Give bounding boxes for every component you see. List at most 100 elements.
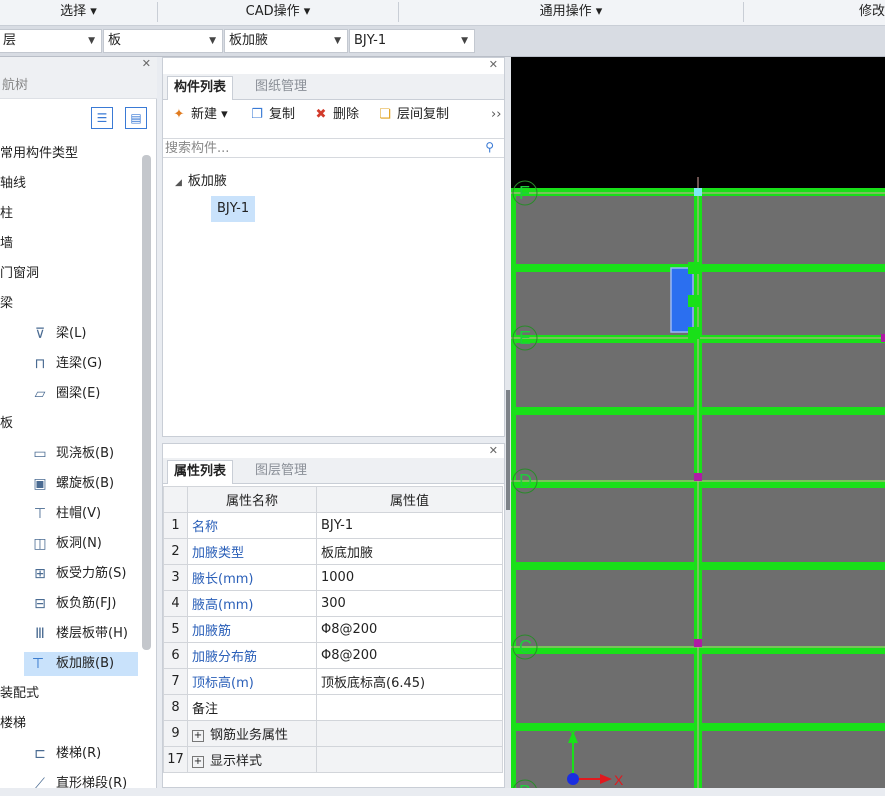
intersection-mark bbox=[694, 473, 702, 481]
splitter-handle[interactable] bbox=[506, 390, 510, 510]
component-panel-tabs: 构件列表 图纸管理 bbox=[163, 74, 504, 100]
property-index: 3 bbox=[163, 564, 188, 591]
property-value[interactable]: Φ8@200 bbox=[316, 642, 503, 669]
property-row[interactable]: 2 加腋类型 板底加腋 bbox=[163, 538, 503, 565]
nav-item[interactable]: 轴线 bbox=[0, 172, 140, 196]
tab-property-list[interactable]: 属性列表 bbox=[167, 460, 234, 484]
property-row[interactable]: 5 加腋筋 Φ8@200 bbox=[163, 616, 503, 643]
list-view-icon[interactable]: ☰ bbox=[91, 107, 113, 129]
property-name: 加腋类型 bbox=[187, 538, 317, 565]
drawing-canvas[interactable]: F E D C B Y X bbox=[511, 57, 885, 788]
floor-copy-button-label: 层间复制 bbox=[397, 107, 450, 122]
nav-item[interactable]: ⊏ 楼梯(R) bbox=[0, 742, 140, 766]
property-name-label: 腋高(mm) bbox=[192, 598, 254, 613]
nav-item[interactable]: 柱 bbox=[0, 202, 140, 226]
tab-component-list[interactable]: 构件列表 bbox=[167, 76, 234, 100]
delete-button[interactable]: ✖ 删除 bbox=[313, 100, 359, 130]
cad-operations-menu[interactable]: CAD操作 ▾ bbox=[158, 0, 398, 25]
property-list-panel: ✕ 属性列表 图层管理 属性名称 属性值 1 名称 BJY-1 2 加腋类型 板底加腋 3 腋… bbox=[162, 443, 505, 788]
nav-item[interactable]: ⊞ 板受力筋(S) bbox=[0, 562, 140, 586]
nav-item[interactable]: ▣ 螺旋板(B) bbox=[0, 472, 140, 496]
close-icon[interactable]: ✕ bbox=[142, 57, 151, 70]
close-icon[interactable]: ✕ bbox=[489, 444, 498, 457]
nav-item[interactable]: 楼梯 bbox=[0, 712, 140, 736]
modify-menu[interactable]: 修改 bbox=[744, 0, 885, 25]
floor-select[interactable]: 层 ▼ bbox=[0, 29, 102, 53]
property-value[interactable]: BJY-1 bbox=[316, 512, 503, 539]
select-menu[interactable]: 选择 ▾ bbox=[0, 0, 157, 25]
slab-strip-icon: Ⅲ bbox=[35, 626, 45, 642]
stair-icon: ⊏ bbox=[34, 746, 46, 762]
property-value[interactable]: 300 bbox=[316, 590, 503, 617]
nav-item[interactable]: ⊓ 连梁(G) bbox=[0, 352, 140, 376]
component-search-input[interactable] bbox=[163, 139, 463, 157]
nav-item[interactable]: 梁 bbox=[0, 292, 140, 316]
nav-scrollbar[interactable] bbox=[142, 155, 151, 650]
tree-node-parent[interactable]: ◢ 板加腋 bbox=[175, 170, 227, 189]
property-value[interactable] bbox=[316, 720, 503, 747]
nav-item-label: 连梁(G) bbox=[56, 356, 103, 371]
toolbar-more-button[interactable]: ›› bbox=[491, 100, 501, 130]
category-select[interactable]: 板 ▼ bbox=[103, 29, 223, 53]
property-name: 加腋分布筋 bbox=[187, 642, 317, 669]
expand-icon[interactable]: + bbox=[192, 729, 204, 742]
axis-label: B bbox=[519, 782, 531, 788]
delete-icon: ✖ bbox=[315, 107, 327, 122]
chevron-down-icon: ▼ bbox=[88, 36, 95, 46]
new-button-label: 新建 ▾ bbox=[191, 107, 228, 122]
component-select[interactable]: BJY-1 ▼ bbox=[349, 29, 475, 53]
property-row[interactable]: 1 名称 BJY-1 bbox=[163, 512, 503, 539]
property-row[interactable]: 9 + 钢筋业务属性 bbox=[163, 720, 503, 747]
property-value[interactable]: 板底加腋 bbox=[316, 538, 503, 565]
property-row[interactable]: 3 腋长(mm) 1000 bbox=[163, 564, 503, 591]
nav-item[interactable]: 门窗洞 bbox=[0, 262, 140, 286]
nav-item[interactable]: ▭ 现浇板(B) bbox=[0, 442, 140, 466]
nav-item[interactable]: 墙 bbox=[0, 232, 140, 256]
tab-layer-management[interactable]: 图层管理 bbox=[249, 460, 313, 484]
nav-item-label: 螺旋板(B) bbox=[56, 476, 115, 491]
category-select-value: 板 bbox=[108, 33, 122, 48]
property-row[interactable]: 4 腋高(mm) 300 bbox=[163, 590, 503, 617]
nav-item[interactable]: ◫ 板洞(N) bbox=[0, 532, 140, 556]
property-value[interactable] bbox=[316, 694, 503, 721]
cad-drawing[interactable]: F E D C B Y X bbox=[511, 57, 885, 788]
property-value[interactable] bbox=[316, 746, 503, 773]
tree-node-bjy-1[interactable]: BJY-1 bbox=[211, 196, 256, 222]
grid-view-icon[interactable]: ▤ bbox=[125, 107, 147, 129]
property-name-label: 名称 bbox=[192, 520, 219, 535]
property-name-label: 加腋分布筋 bbox=[192, 650, 258, 665]
nav-item[interactable]: ⊟ 板负筋(FJ) bbox=[0, 592, 140, 616]
nav-item[interactable]: 常用构件类型 bbox=[0, 142, 140, 166]
floor-select-value: 层 bbox=[3, 33, 17, 48]
expand-icon[interactable]: + bbox=[192, 755, 204, 768]
nav-item[interactable]: 板 bbox=[0, 412, 140, 436]
nav-item[interactable]: ▱ 圈梁(E) bbox=[0, 382, 140, 406]
property-row[interactable]: 8 备注 bbox=[163, 694, 503, 721]
general-operations-menu[interactable]: 通用操作 ▾ bbox=[399, 0, 743, 25]
close-icon[interactable]: ✕ bbox=[489, 58, 498, 71]
property-index: 4 bbox=[163, 590, 188, 617]
property-value[interactable]: 1000 bbox=[316, 564, 503, 591]
property-row[interactable]: 7 顶标高(m) 顶板底标高(6.45) bbox=[163, 668, 503, 695]
property-row[interactable]: 17 + 显示样式 bbox=[163, 746, 503, 773]
type-select[interactable]: 板加腋 ▼ bbox=[224, 29, 348, 53]
nav-item[interactable]: ⊤ 柱帽(V) bbox=[0, 502, 140, 526]
nav-item[interactable]: ⊽ 梁(L) bbox=[0, 322, 140, 346]
new-button[interactable]: ✦ 新建 ▾ bbox=[171, 100, 228, 130]
property-name: + 显示样式 bbox=[187, 746, 317, 773]
nav-item[interactable]: ⟋ 直形梯段(R) bbox=[0, 772, 140, 796]
property-value[interactable]: Φ8@200 bbox=[316, 616, 503, 643]
property-name-label: 钢筋业务属性 bbox=[210, 728, 289, 743]
slab-hole-icon: ◫ bbox=[33, 536, 47, 552]
copy-button[interactable]: ❐ 复制 bbox=[249, 100, 295, 130]
property-value[interactable]: 顶板底标高(6.45) bbox=[316, 668, 503, 695]
nav-item[interactable]: 装配式 bbox=[0, 682, 140, 706]
nav-item-label: 楼梯 bbox=[0, 716, 27, 731]
collapse-icon[interactable]: ◢ bbox=[175, 178, 182, 188]
tab-drawing-management[interactable]: 图纸管理 bbox=[249, 76, 313, 100]
search-icon[interactable]: ⚲ bbox=[485, 140, 494, 154]
property-row[interactable]: 6 加腋分布筋 Φ8@200 bbox=[163, 642, 503, 669]
nav-item[interactable]: ⊤ 板加腋(B) bbox=[24, 652, 138, 676]
floor-copy-button[interactable]: ❏ 层间复制 bbox=[377, 100, 449, 130]
nav-item[interactable]: Ⅲ 楼层板带(H) bbox=[0, 622, 140, 646]
